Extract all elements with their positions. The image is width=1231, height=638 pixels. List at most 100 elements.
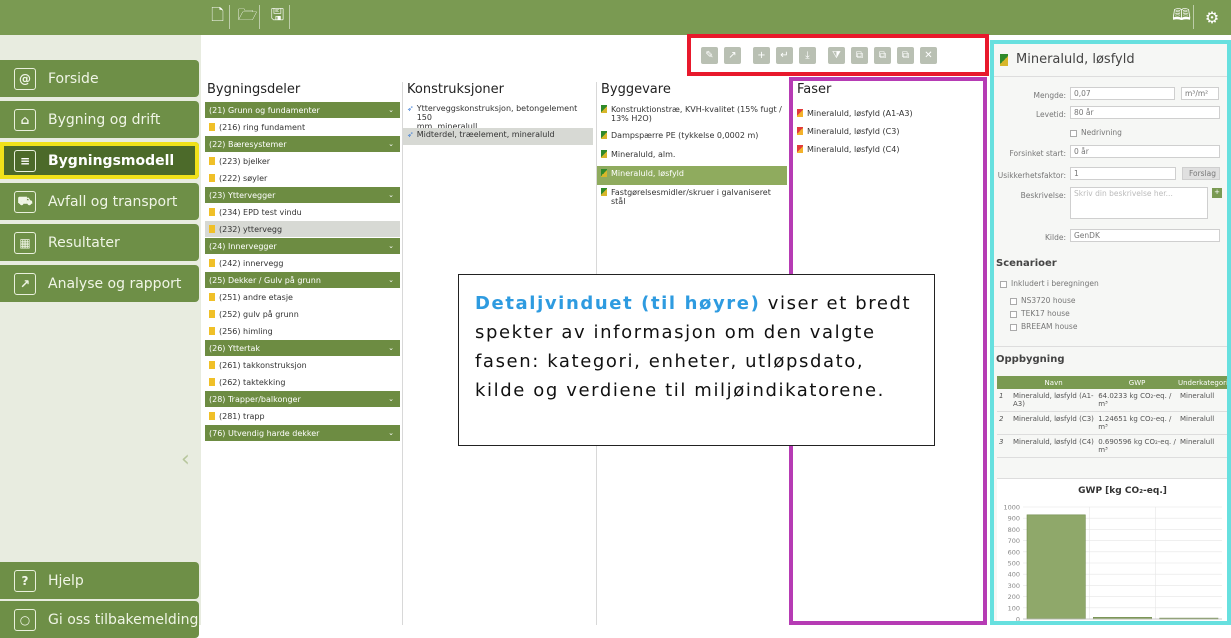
category-row[interactable]: (26) Yttertak ⌄ bbox=[205, 340, 400, 357]
y-tick-label: 200 bbox=[1008, 593, 1020, 601]
edit-icon[interactable]: ✎ bbox=[701, 46, 718, 64]
building-part-row[interactable]: (262) taktekking bbox=[205, 374, 400, 391]
chevron-down-icon[interactable]: ⌄ bbox=[388, 242, 394, 250]
y-tick-label: 600 bbox=[1008, 548, 1020, 556]
nedrivning-checkbox[interactable]: Nedrivning bbox=[1070, 128, 1122, 137]
duplicate-icon[interactable]: ⧉ bbox=[897, 46, 914, 64]
download-icon[interactable]: ⤓ bbox=[799, 46, 816, 64]
table-row[interactable]: 1 Mineraluld, løsfyld (A1-A3) 64.0233 kg C… bbox=[997, 389, 1227, 412]
sidebar: @ Forside ⌂ Bygning og drift ≡ Bygningsmodell… bbox=[0, 35, 201, 638]
nav-avfall-og-transport[interactable]: ⛟ Avfall og transport bbox=[0, 183, 199, 220]
gwp-chart: GWP [kg CO₂-eq.] 0 100 200 300 400 500 600 700 80… bbox=[997, 478, 1227, 624]
chart-title: GWP [kg CO₂-eq.] bbox=[1078, 486, 1167, 496]
part-icon bbox=[209, 208, 215, 216]
category-row[interactable]: (25) Dekker / Gulv på grunn ⌄ bbox=[205, 272, 400, 289]
nav-bygning-og-drift[interactable]: ⌂ Bygning og drift bbox=[0, 101, 199, 138]
y-tick-label: 400 bbox=[1008, 571, 1020, 579]
building-part-row[interactable]: (222) søyler bbox=[205, 170, 400, 187]
book-icon[interactable]: 🕮 bbox=[1170, 5, 1194, 29]
category-row[interactable]: (76) Utvendig harde dekker ⌄ bbox=[205, 425, 400, 442]
y-tick-label: 800 bbox=[1008, 526, 1020, 534]
y-tick-label: 0 bbox=[1016, 616, 1020, 624]
filter-icon[interactable]: ⧩ bbox=[828, 46, 845, 64]
chevron-down-icon[interactable]: ⌄ bbox=[388, 395, 394, 403]
mengde-input[interactable]: 0,07 bbox=[1070, 87, 1175, 100]
part-icon bbox=[209, 174, 215, 182]
detail-panel: Mineraluld, løsfyld Mengde: 0,07 m³/m² L… bbox=[990, 40, 1231, 625]
building-part-row[interactable]: (261) takkonstruksjon bbox=[205, 357, 400, 374]
building-part-row[interactable]: (223) bjelker bbox=[205, 153, 400, 170]
kilde-select[interactable]: GenDK bbox=[1070, 229, 1220, 242]
add-description-icon[interactable]: + bbox=[1212, 188, 1222, 198]
y-tick-label: 100 bbox=[1008, 604, 1020, 612]
action-toolbar: ✎ ↗ + ↵ ⤓ ⧩ ⧉ ⧉ ⧉ ✕ bbox=[687, 34, 989, 76]
nav-analyse-og-rapport[interactable]: ↗ Analyse og rapport bbox=[0, 265, 199, 302]
category-row[interactable]: (24) Innervegger ⌄ bbox=[205, 238, 400, 255]
table-row[interactable]: 3 Mineraluld, løsfyld (C4) 0.690596 kg CO₂… bbox=[997, 434, 1227, 458]
nav-resultater[interactable]: ▦ Resultater bbox=[0, 224, 199, 261]
product-row[interactable]: Fastgørelsesmidler/skruer i galvaniseret… bbox=[597, 185, 787, 204]
category-row[interactable]: (23) Yttervegger ⌄ bbox=[205, 187, 400, 204]
inkludert-checkbox[interactable]: Inkludert i beregningen bbox=[1000, 279, 1099, 288]
scenario-checkbox[interactable]: BREEAM house bbox=[1010, 320, 1077, 333]
chevron-down-icon[interactable]: ⌄ bbox=[388, 140, 394, 148]
product-row[interactable]: Dampspærre PE (tykkelse 0,0002 m) bbox=[597, 128, 787, 147]
chevron-down-icon[interactable]: ⌄ bbox=[388, 106, 394, 114]
new-file-icon[interactable]: 🗋 bbox=[206, 5, 230, 29]
delete-icon[interactable]: ✕ bbox=[920, 46, 937, 64]
beskrivelse-textarea[interactable]: Skriv din beskrivelse her... bbox=[1070, 187, 1208, 219]
feedback-button[interactable]: ○ Gi oss tilbakemelding bbox=[0, 601, 199, 638]
part-icon bbox=[209, 157, 215, 165]
add-icon[interactable]: + bbox=[753, 46, 770, 64]
chevron-down-icon[interactable]: ⌄ bbox=[388, 276, 394, 284]
building-part-row[interactable]: (216) ring fundament bbox=[205, 119, 400, 136]
chevron-down-icon[interactable]: ⌄ bbox=[388, 191, 394, 199]
building-part-row[interactable]: (251) andre etasje bbox=[205, 289, 400, 306]
construction-row[interactable]: ➶ Ytterveggskonstruksjon, betongelement 1… bbox=[403, 102, 593, 128]
forslag-button[interactable]: Forslag bbox=[1182, 167, 1220, 180]
category-row[interactable]: (21) Grunn og fundamenter ⌄ bbox=[205, 102, 400, 119]
konstruksjoner-list: ➶ Ytterveggskonstruksjon, betongelement 1… bbox=[403, 102, 593, 145]
open-external-icon[interactable]: ↗ bbox=[724, 46, 741, 64]
part-icon bbox=[209, 310, 215, 318]
forsinket-input[interactable]: 0 år bbox=[1070, 145, 1220, 158]
nav-forside[interactable]: @ Forside bbox=[0, 60, 199, 97]
product-row[interactable]: Mineraluld, alm. bbox=[597, 147, 787, 166]
product-row[interactable]: Mineraluld, løsfyld bbox=[597, 166, 787, 185]
nav-bygningsmodell[interactable]: ≡ Bygningsmodell bbox=[0, 142, 199, 179]
chevron-down-icon[interactable]: ⌄ bbox=[388, 429, 394, 437]
part-icon bbox=[209, 225, 215, 233]
construction-icon: ➶ bbox=[407, 104, 414, 113]
unit-select[interactable]: m³/m² bbox=[1181, 87, 1219, 100]
building-part-row[interactable]: (281) trapp bbox=[205, 408, 400, 425]
category-row[interactable]: (28) Trapper/balkonger ⌄ bbox=[205, 391, 400, 408]
insert-icon[interactable]: ↵ bbox=[776, 46, 793, 64]
table-row[interactable]: 2 Mineraluld, løsfyld (C3) 1.24651 kg CO₂-… bbox=[997, 411, 1227, 435]
product-row[interactable]: Konstruktionstræ, KVH-kvalitet (15% fugt… bbox=[597, 102, 787, 128]
building-part-row[interactable]: (232) yttervegg bbox=[205, 221, 400, 238]
scenario-list: NS3720 house TEK17 house BREEAM house bbox=[1010, 294, 1077, 333]
scenario-checkbox[interactable]: NS3720 house bbox=[1010, 294, 1077, 307]
part-icon bbox=[209, 327, 215, 335]
scenario-checkbox[interactable]: TEK17 house bbox=[1010, 307, 1077, 320]
category-row[interactable]: (22) Bæresystemer ⌄ bbox=[205, 136, 400, 153]
save-icon[interactable]: 🖫 bbox=[266, 5, 290, 29]
building-part-row[interactable]: (256) himling bbox=[205, 323, 400, 340]
levetid-input[interactable]: 80 år bbox=[1070, 106, 1220, 119]
paste-icon[interactable]: ⧉ bbox=[874, 46, 891, 64]
open-folder-icon[interactable]: 🗁 bbox=[236, 5, 260, 29]
product-icon bbox=[601, 105, 607, 113]
building-part-row[interactable]: (242) innervegg bbox=[205, 255, 400, 272]
building-part-row[interactable]: (234) EPD test vindu bbox=[205, 204, 400, 221]
collapse-chevron-icon[interactable]: ‹ bbox=[181, 447, 190, 472]
chevron-down-icon[interactable]: ⌄ bbox=[388, 344, 394, 352]
kilde-label: Kilde: bbox=[1045, 233, 1066, 242]
construction-row[interactable]: ➶ Midterdel, træelement, mineraluld bbox=[403, 128, 593, 145]
usikker-input[interactable]: 1 bbox=[1070, 167, 1176, 180]
beskrivelse-label: Beskrivelse: bbox=[1020, 191, 1066, 200]
info-callout: Detaljvinduet (til høyre) viser et bredt… bbox=[458, 274, 935, 446]
copy-icon[interactable]: ⧉ bbox=[851, 46, 868, 64]
building-part-row[interactable]: (252) gulv på grunn bbox=[205, 306, 400, 323]
help-button[interactable]: ? Hjelp bbox=[0, 562, 199, 599]
settings-gear-icon[interactable]: ⚙ bbox=[1200, 5, 1224, 29]
